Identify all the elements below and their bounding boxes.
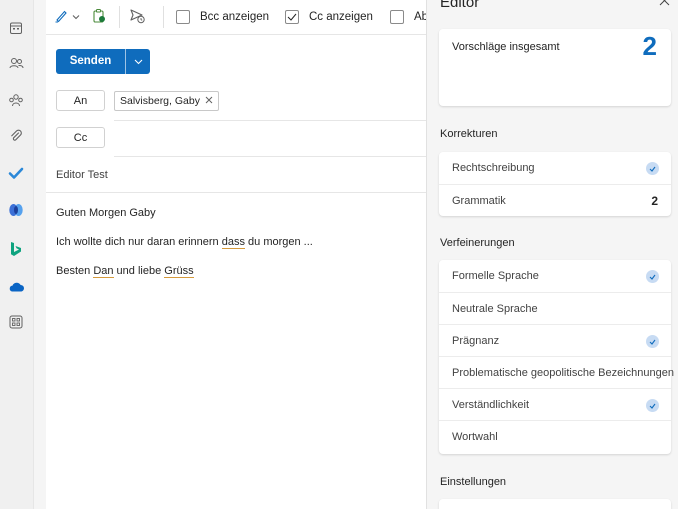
- cc-label: Cc anzeigen: [309, 11, 373, 23]
- recipient-chip[interactable]: Salvisberg, Gaby: [114, 91, 219, 111]
- item-label: Prägnanz: [452, 335, 500, 347]
- item-label: Rechtschreibung: [452, 162, 535, 174]
- bcc-toggle[interactable]: Bcc anzeigen: [176, 8, 269, 26]
- apps-icon[interactable]: [7, 313, 25, 331]
- cc-button[interactable]: Cc: [56, 127, 105, 148]
- checkmark-icon: [646, 162, 659, 175]
- body-line-greeting[interactable]: Guten Morgen Gaby: [56, 207, 156, 219]
- attachment-icon[interactable]: [7, 127, 25, 145]
- bing-icon[interactable]: [7, 240, 25, 258]
- refinements-item-formal[interactable]: Formelle Sprache: [439, 260, 671, 292]
- suggestions-total-label: Vorschläge insgesamt: [452, 41, 560, 53]
- refinements-item-concise[interactable]: Prägnanz: [439, 324, 671, 356]
- body-text: und liebe: [113, 265, 165, 277]
- pen-icon: [54, 8, 69, 26]
- refinements-card: Formelle Sprache Neutrale Sprache Prägna…: [439, 260, 674, 454]
- refinements-heading: Verfeinerungen: [440, 237, 515, 249]
- refinements-item-neutral[interactable]: Neutrale Sprache: [439, 292, 671, 324]
- toolbar-divider: [119, 6, 120, 28]
- corrections-heading: Korrekturen: [440, 128, 498, 140]
- to-button[interactable]: An: [56, 90, 105, 111]
- toolbar-divider: [163, 6, 164, 28]
- refinements-item-vocabulary[interactable]: Wortwahl: [439, 420, 671, 452]
- body-line-closing[interactable]: Besten Dan und liebe Grüss: [56, 265, 194, 278]
- refinements-item-clarity[interactable]: Verständlichkeit: [439, 388, 671, 420]
- subject-divider: [46, 192, 426, 193]
- item-label: Formelle Sprache: [452, 270, 539, 282]
- compose-pane: Bcc anzeigen Cc anzeigen Ab Senden An Sa…: [46, 0, 428, 509]
- bcc-checkbox[interactable]: [176, 10, 190, 24]
- item-label: Neutrale Sprache: [452, 303, 538, 315]
- item-label: Verständlichkeit: [452, 399, 530, 411]
- remove-recipient-icon[interactable]: [205, 92, 213, 111]
- send-later-icon: [129, 8, 146, 27]
- compose-toolbar: Bcc anzeigen Cc anzeigen Ab: [46, 0, 428, 35]
- cc-checkbox[interactable]: [285, 10, 299, 24]
- to-field-divider: [114, 120, 426, 121]
- recipient-name: Salvisberg, Gaby: [120, 94, 200, 107]
- editor-pane: Editor Vorschläge insgesamt 2 Korrekture…: [426, 0, 678, 509]
- body-text: du morgen ...: [244, 236, 313, 248]
- people-icon[interactable]: [7, 54, 25, 72]
- signature-button[interactable]: [54, 8, 80, 26]
- bcc-label: Bcc anzeigen: [200, 11, 270, 23]
- chevron-down-icon: [72, 11, 80, 23]
- more-toggle[interactable]: Ab: [390, 8, 428, 26]
- refinements-item-geopolitical[interactable]: Problematische geopolitische Bezeichnung…: [439, 356, 674, 388]
- more-checkbox[interactable]: [390, 10, 404, 24]
- groups-icon[interactable]: [7, 91, 25, 109]
- suggestions-total-count: 2: [642, 31, 657, 61]
- app-rail: [0, 0, 34, 509]
- body-line-message[interactable]: Ich wollte dich nur daran erinnern dass …: [56, 236, 313, 249]
- item-label: Problematische geopolitische Bezeichnung…: [452, 367, 674, 379]
- grammar-count: 2: [651, 194, 658, 208]
- suggestions-total-card: Vorschläge insgesamt 2: [439, 29, 671, 106]
- body-text: Ich wollte dich nur daran erinnern: [56, 236, 222, 248]
- todo-icon[interactable]: [7, 164, 25, 182]
- checkmark-icon: [646, 335, 659, 348]
- editor-title: Editor: [440, 0, 480, 11]
- send-label: Senden: [69, 55, 112, 67]
- corrections-item-grammar[interactable]: Grammatik 2: [439, 184, 671, 216]
- body-text: Besten: [56, 265, 94, 277]
- corrections-card: Rechtschreibung Grammatik 2: [439, 152, 671, 216]
- item-label: Grammatik: [452, 195, 506, 207]
- flagged-word[interactable]: Dan: [93, 265, 114, 278]
- flagged-word[interactable]: dass: [221, 236, 245, 249]
- flagged-word[interactable]: Grüss: [164, 265, 194, 278]
- clipboard-icon: [91, 8, 107, 27]
- insert-item-button[interactable]: [91, 8, 107, 26]
- item-label: Wortwahl: [452, 431, 498, 443]
- send-options-button[interactable]: [129, 8, 146, 26]
- checkmark-icon: [646, 270, 659, 283]
- send-options-dropdown[interactable]: [126, 49, 150, 74]
- chevron-down-icon: [134, 56, 143, 68]
- subject-field[interactable]: Editor Test: [56, 169, 108, 181]
- close-icon[interactable]: [659, 0, 670, 9]
- calendar-icon[interactable]: [7, 19, 25, 37]
- cc-field-divider: [114, 156, 426, 157]
- send-button[interactable]: Senden: [56, 49, 150, 74]
- cc-toggle[interactable]: Cc anzeigen: [285, 8, 373, 26]
- onedrive-icon[interactable]: [7, 278, 25, 296]
- settings-card[interactable]: [439, 499, 671, 509]
- corrections-item-spelling[interactable]: Rechtschreibung: [439, 152, 671, 184]
- settings-heading: Einstellungen: [440, 476, 507, 488]
- checkmark-icon: [646, 399, 659, 412]
- viva-engage-icon[interactable]: [7, 201, 25, 219]
